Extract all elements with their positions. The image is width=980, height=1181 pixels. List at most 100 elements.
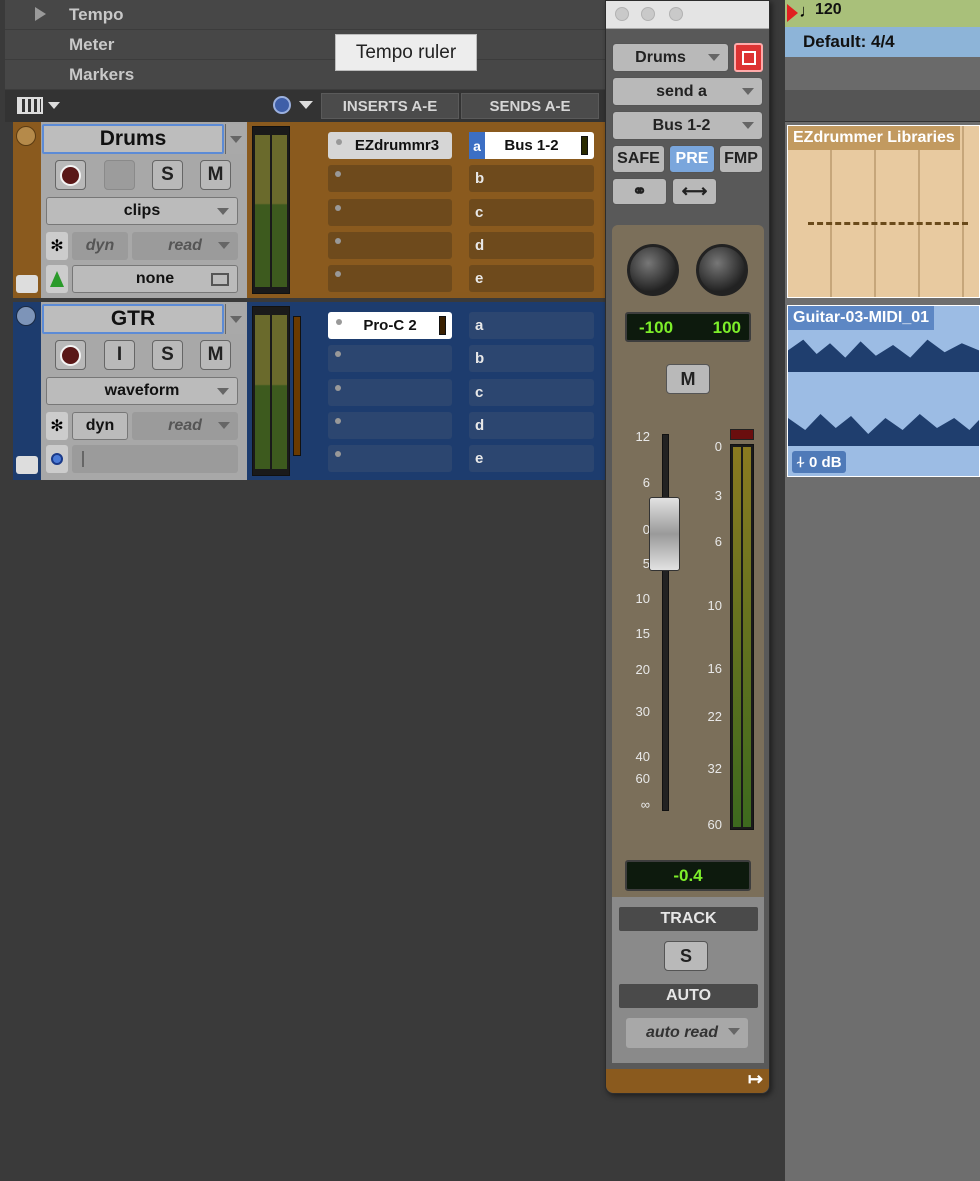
- mute-button[interactable]: M: [200, 160, 231, 190]
- track-options-icon[interactable]: [16, 126, 36, 146]
- send-slot-c[interactable]: c: [469, 199, 594, 226]
- fader-scale-label: 20: [635, 662, 650, 677]
- expand-triangle-icon[interactable]: [35, 7, 46, 21]
- insert-slot-a[interactable]: EZdrummr3: [328, 132, 452, 159]
- tempo-value: 120: [815, 1, 842, 18]
- insert-slot-e[interactable]: [328, 265, 452, 292]
- volume-display[interactable]: -0.4: [625, 860, 751, 891]
- input-monitor-button[interactable]: I: [104, 340, 135, 370]
- tempo-marker-icon[interactable]: [787, 4, 798, 22]
- swap-icon[interactable]: ⟷: [672, 178, 717, 205]
- chevron-down-icon: [708, 54, 720, 61]
- chevron-down-icon[interactable]: [48, 102, 60, 109]
- link-icon[interactable]: ⚭: [612, 178, 667, 205]
- send-slot-c[interactable]: c: [469, 379, 594, 406]
- track-name-drums[interactable]: Drums: [42, 124, 224, 154]
- record-arm-button[interactable]: [55, 340, 86, 370]
- target-icon[interactable]: [734, 43, 763, 72]
- insert-slot-c[interactable]: [328, 199, 452, 226]
- send-slot-e[interactable]: e: [469, 445, 594, 472]
- freeze-icon[interactable]: ✻: [46, 232, 68, 260]
- meter-scale-label: 60: [707, 817, 722, 832]
- insert-name: Pro-C 2: [363, 317, 417, 334]
- insert-slot-d[interactable]: [328, 412, 452, 439]
- clip-gtr[interactable]: Guitar-03-MIDI_01 ⍭ 0 dB: [787, 305, 980, 477]
- mixer-automation-select[interactable]: auto read: [626, 1018, 748, 1048]
- insert-slot-b[interactable]: [328, 345, 452, 372]
- automation-mode-select[interactable]: read: [132, 412, 238, 440]
- fmp-button[interactable]: FMP: [719, 145, 763, 173]
- track-options-icon[interactable]: [16, 306, 36, 326]
- markers-label: Markers: [69, 65, 135, 84]
- automation-mode-label: read: [168, 237, 202, 254]
- expand-icon[interactable]: ↦: [748, 1069, 763, 1090]
- markers-ruler[interactable]: Markers: [5, 60, 605, 90]
- track-output-meter: [293, 316, 301, 456]
- meter-scale-label: 16: [707, 661, 722, 676]
- clip-drums[interactable]: EZdrummer Libraries: [787, 125, 980, 298]
- send-slot-d[interactable]: d: [469, 412, 594, 439]
- pan-knob-right[interactable]: [696, 244, 748, 296]
- bus-select[interactable]: Bus 1-2: [612, 111, 763, 140]
- send-slot-b[interactable]: b: [469, 345, 594, 372]
- pre-button[interactable]: PRE: [669, 145, 715, 173]
- fader-scale-label: 30: [635, 704, 650, 719]
- mixer-solo-button[interactable]: S: [664, 941, 708, 971]
- dyn-button[interactable]: dyn: [72, 232, 128, 260]
- track-list-icon[interactable]: [17, 97, 43, 114]
- track-name-gtr[interactable]: GTR: [42, 304, 224, 334]
- send-slot-b[interactable]: b: [469, 165, 594, 192]
- output-meter: [730, 444, 754, 830]
- solo-button[interactable]: S: [152, 340, 183, 370]
- track-view-select[interactable]: clips: [46, 197, 238, 225]
- automation-mode-select[interactable]: read: [132, 232, 238, 260]
- output-select[interactable]: none: [72, 265, 238, 293]
- mute-button[interactable]: M: [666, 364, 710, 394]
- track-name-dropdown[interactable]: [225, 124, 245, 154]
- track-view-select[interactable]: waveform: [46, 377, 238, 405]
- mixer-track-select[interactable]: Drums: [612, 43, 729, 72]
- fader-scale-label: 10: [635, 591, 650, 606]
- chevron-down-icon[interactable]: [299, 101, 313, 109]
- track-name-dropdown[interactable]: [225, 304, 245, 334]
- safe-button[interactable]: SAFE: [612, 145, 665, 173]
- minimize-icon[interactable]: [641, 7, 655, 21]
- insert-slot-d[interactable]: [328, 232, 452, 259]
- output-select[interactable]: [72, 445, 238, 473]
- dyn-button[interactable]: dyn: [72, 412, 128, 440]
- insert-slot-b[interactable]: [328, 165, 452, 192]
- input-icon[interactable]: [46, 445, 68, 473]
- meter-ruler[interactable]: Meter: [5, 30, 605, 60]
- insert-slot-c[interactable]: [328, 379, 452, 406]
- insert-slot-a[interactable]: Pro-C 2: [328, 312, 452, 339]
- sends-column-header[interactable]: SENDS A-E: [461, 93, 599, 119]
- send-slot-d[interactable]: d: [469, 232, 594, 259]
- window-icon: [211, 273, 229, 286]
- pan-knob-left[interactable]: [627, 244, 679, 296]
- tooltip: Tempo ruler: [335, 34, 477, 71]
- input-monitor-button[interactable]: [104, 160, 135, 190]
- record-arm-button[interactable]: [55, 160, 86, 190]
- close-icon[interactable]: [615, 7, 629, 21]
- send-slot-e[interactable]: e: [469, 265, 594, 292]
- pan-right-value: 100: [712, 318, 741, 337]
- clock-icon[interactable]: [273, 96, 291, 114]
- metronome-icon[interactable]: [46, 265, 68, 293]
- timeline-ruler[interactable]: [785, 90, 980, 122]
- send-select[interactable]: send a: [612, 77, 763, 106]
- send-slot-a[interactable]: a: [469, 312, 594, 339]
- mute-button[interactable]: M: [200, 340, 231, 370]
- freeze-icon[interactable]: ✻: [46, 412, 68, 440]
- volume-fader[interactable]: [649, 497, 680, 571]
- clip-name-gtr: Guitar-03-MIDI_01: [788, 306, 935, 330]
- zoom-icon[interactable]: [669, 7, 683, 21]
- clip-gain[interactable]: ⍭ 0 dB: [792, 451, 846, 473]
- send-slot-a[interactable]: a Bus 1-2: [469, 132, 594, 159]
- inserts-column-header[interactable]: INSERTS A-E: [321, 93, 459, 119]
- send-a-letter: a: [469, 132, 485, 159]
- tempo-ruler[interactable]: Tempo: [5, 0, 605, 30]
- solo-button[interactable]: S: [152, 160, 183, 190]
- chevron-down-icon: [218, 422, 230, 429]
- fader-icon: [82, 451, 84, 467]
- insert-slot-e[interactable]: [328, 445, 452, 472]
